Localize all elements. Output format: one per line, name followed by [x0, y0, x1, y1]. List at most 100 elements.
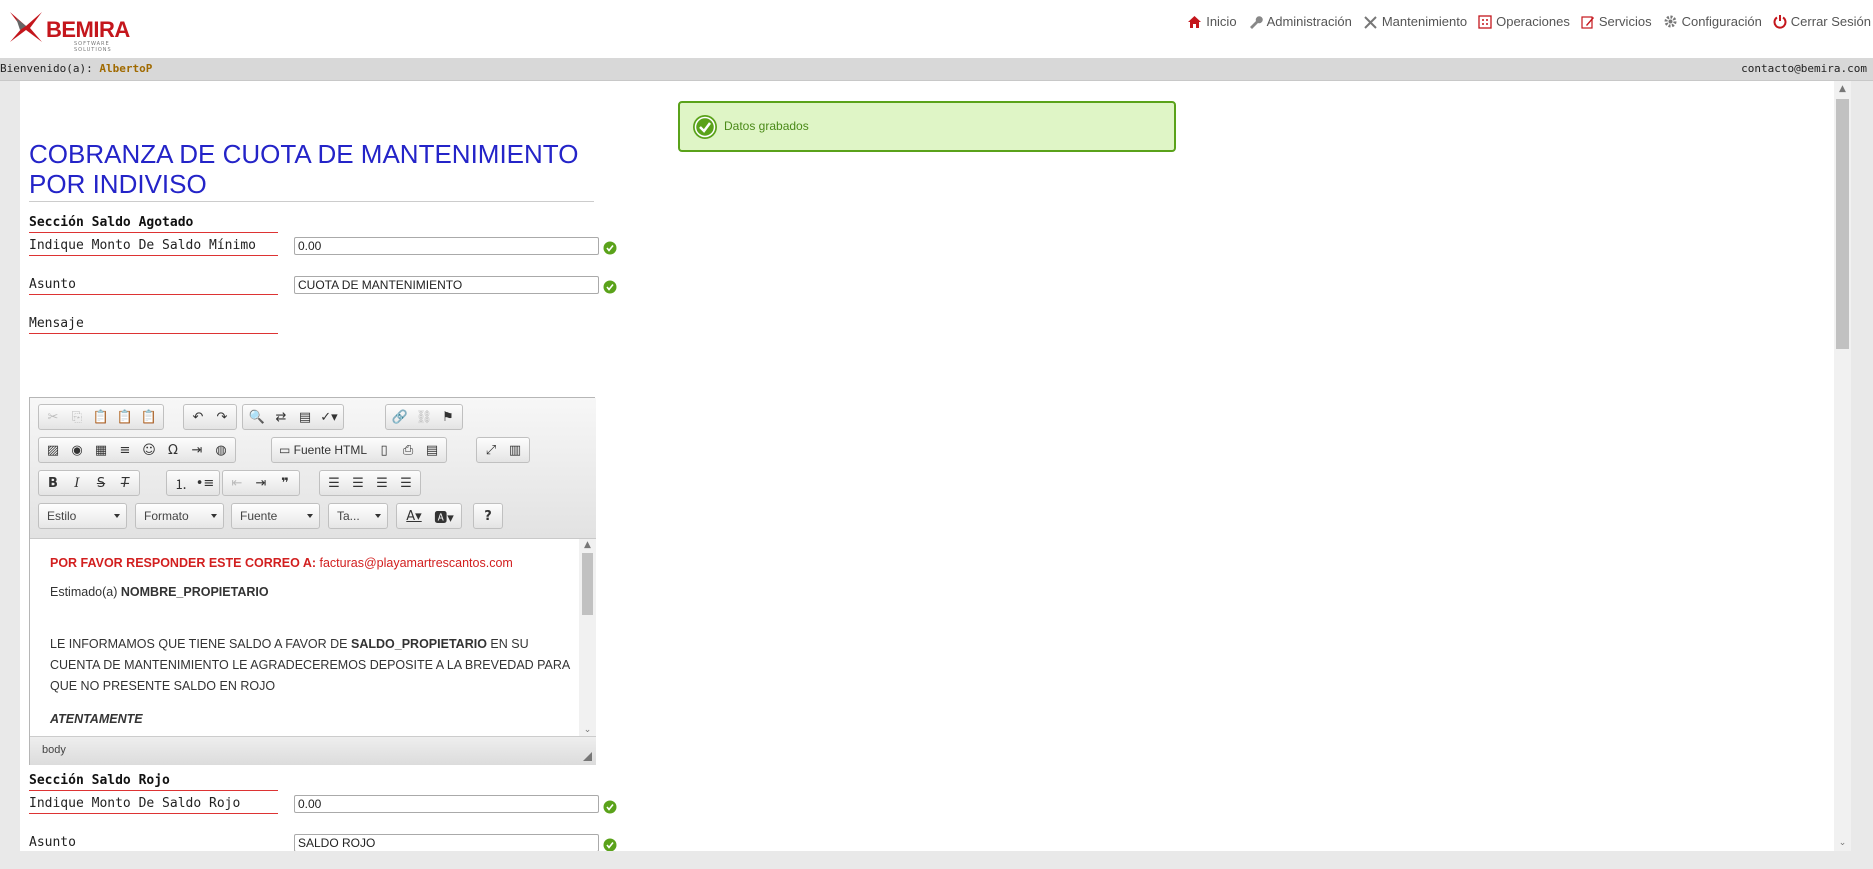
flash-icon[interactable]: ◉	[65, 439, 89, 461]
bold-icon[interactable]: B	[41, 472, 65, 494]
element-path[interactable]: body	[42, 744, 66, 756]
monto-saldo-minimo-input[interactable]	[294, 237, 599, 255]
copy-icon[interactable]: ⎘	[65, 406, 89, 428]
nav-servicios[interactable]: Servicios	[1581, 14, 1652, 29]
insert-group: ▨ ◉ ▦ ≡ ☺ Ω ⇥ ◍	[38, 437, 236, 463]
numbered-list-icon[interactable]: ⒈	[169, 472, 193, 494]
unlink-icon[interactable]: ⛓	[412, 406, 436, 428]
source-html-button[interactable]: ▭ Fuente HTML	[274, 439, 372, 461]
size-combo[interactable]: Ta...	[328, 503, 388, 529]
resize-handle-icon[interactable]	[583, 752, 592, 761]
image-icon[interactable]: ▨	[41, 439, 65, 461]
style-combo[interactable]: Estilo	[38, 503, 127, 529]
editor-scroll-up-icon[interactable]: ▲	[579, 539, 596, 551]
undo-icon[interactable]: ↶	[186, 406, 210, 428]
nav-label: Mantenimiento	[1381, 14, 1468, 29]
monto-saldo-rojo-input[interactable]	[294, 795, 599, 813]
help-icon[interactable]: ?	[476, 505, 500, 527]
monto-saldo-rojo-label: Indique Monto De Saldo Rojo	[29, 796, 278, 814]
paste-icon[interactable]: 📋	[89, 406, 113, 428]
nav-administracion[interactable]: Administración	[1248, 14, 1352, 29]
valid-check-icon	[603, 838, 617, 851]
app-header: BEMIRA SOFTWARE SOLUTIONS Inicio Adminis…	[0, 0, 1873, 58]
align-right-icon[interactable]: ☰	[370, 472, 394, 494]
smiley-icon[interactable]: ☺	[137, 439, 161, 461]
bottom-strip	[0, 851, 1873, 869]
reply-line: POR FAVOR RESPONDER ESTE CORREO A: factu…	[50, 553, 570, 574]
remove-format-icon[interactable]: T̶	[113, 472, 137, 494]
link-icon[interactable]: 🔗	[388, 406, 412, 428]
contact-email[interactable]: contacto@bemira.com	[1741, 58, 1867, 80]
nav-label: Servicios	[1598, 14, 1652, 29]
editor-scrollbar[interactable]: ▲ ⌄	[579, 539, 596, 736]
saldo-variable: SALDO_PROPIETARIO	[351, 637, 487, 651]
replace-icon[interactable]: ⇄	[269, 406, 293, 428]
owner-variable: NOMBRE_PROPIETARIO	[120, 585, 269, 599]
table-icon[interactable]: ▦	[89, 439, 113, 461]
asunto-rojo-input[interactable]	[294, 834, 599, 851]
font-combo[interactable]: Fuente	[231, 503, 320, 529]
tools-icon	[1364, 15, 1377, 29]
page-break-icon[interactable]: ⇥	[185, 439, 209, 461]
print-icon[interactable]: ⎙	[396, 439, 420, 461]
horizontal-rule-icon[interactable]: ≡	[113, 439, 137, 461]
align-justify-icon[interactable]: ☰	[394, 472, 418, 494]
nav-operaciones[interactable]: Operaciones	[1478, 14, 1570, 29]
italic-icon[interactable]: I	[65, 472, 89, 494]
align-center-icon[interactable]: ☰	[346, 472, 370, 494]
maximize-icon[interactable]: ⤢	[479, 439, 503, 461]
nav-label: Administración	[1266, 14, 1352, 29]
redo-icon[interactable]: ↷	[210, 406, 234, 428]
anchor-icon[interactable]: ⚑	[436, 406, 460, 428]
scroll-up-icon[interactable]: ▲	[1834, 81, 1851, 97]
asunto-input[interactable]	[294, 276, 599, 294]
nav-configuracion[interactable]: Configuración	[1663, 14, 1762, 29]
preview-icon[interactable]: ▯	[372, 439, 396, 461]
special-char-icon[interactable]: Ω	[161, 439, 185, 461]
list-group: ⒈ •≡	[166, 470, 220, 496]
main-nav: Inicio Administración Mantenimiento Oper…	[1176, 14, 1871, 29]
nav-mantenimiento[interactable]: Mantenimiento	[1363, 14, 1467, 29]
background-color-icon[interactable]: 🅰▾	[429, 505, 459, 527]
source-html-label: Fuente HTML	[293, 443, 368, 457]
editor-content-area[interactable]: POR FAVOR RESPONDER ESTE CORREO A: factu…	[30, 539, 596, 736]
nav-cerrar-sesion[interactable]: Cerrar Sesión	[1773, 14, 1871, 29]
show-blocks-icon[interactable]: ▥	[503, 439, 527, 461]
bemira-logo[interactable]: BEMIRA SOFTWARE SOLUTIONS	[6, 8, 136, 53]
indent-icon[interactable]: ⇥	[249, 472, 273, 494]
paste-word-icon[interactable]: 📋	[137, 406, 161, 428]
iframe-icon[interactable]: ◍	[209, 439, 233, 461]
color-group: A▾ 🅰▾	[396, 503, 462, 529]
monto-saldo-minimo-label: Indique Monto De Saldo Mínimo	[29, 238, 278, 256]
templates-icon[interactable]: ▤	[420, 439, 444, 461]
scroll-down-icon[interactable]: ⌄	[1834, 835, 1851, 851]
nav-inicio[interactable]: Inicio	[1187, 14, 1237, 29]
editor-body[interactable]: POR FAVOR RESPONDER ESTE CORREO A: factu…	[50, 553, 570, 730]
size-combo-label: Ta...	[337, 509, 360, 523]
strikethrough-icon[interactable]: S	[89, 472, 113, 494]
paste-text-icon[interactable]: 📋	[113, 406, 137, 428]
reply-email: facturas@playamartrescantos.com	[319, 556, 513, 570]
home-icon	[1188, 15, 1202, 28]
basic-styles-group: B I S T̶	[38, 470, 140, 496]
bulleted-list-icon[interactable]: •≡	[193, 472, 217, 494]
find-icon[interactable]: 🔍	[245, 406, 269, 428]
find-group: 🔍 ⇄ ▤ ✓▾	[242, 404, 344, 430]
page-scrollbar[interactable]: ▲ ⌄	[1834, 81, 1851, 851]
format-combo[interactable]: Formato	[135, 503, 224, 529]
editor-scroll-thumb[interactable]	[582, 553, 593, 615]
spellcheck-icon[interactable]: ✓▾	[317, 406, 341, 428]
mensaje-label: Mensaje	[29, 316, 278, 334]
outdent-icon[interactable]: ⇤	[225, 472, 249, 494]
editor-scroll-down-icon[interactable]: ⌄	[579, 724, 596, 736]
align-left-icon[interactable]: ☰	[322, 472, 346, 494]
select-all-icon[interactable]: ▤	[293, 406, 317, 428]
edit-icon	[1581, 15, 1594, 29]
text-color-icon[interactable]: A▾	[399, 505, 429, 527]
logo-subtitle: SOFTWARE SOLUTIONS	[74, 41, 112, 53]
document-group: ▭ Fuente HTML ▯ ⎙ ▤	[271, 437, 448, 463]
section-saldo-rojo-title: Sección Saldo Rojo	[29, 773, 278, 791]
cut-icon[interactable]: ✂	[41, 406, 65, 428]
page-scroll-thumb[interactable]	[1836, 99, 1849, 349]
blockquote-icon[interactable]: ❞	[273, 472, 297, 494]
